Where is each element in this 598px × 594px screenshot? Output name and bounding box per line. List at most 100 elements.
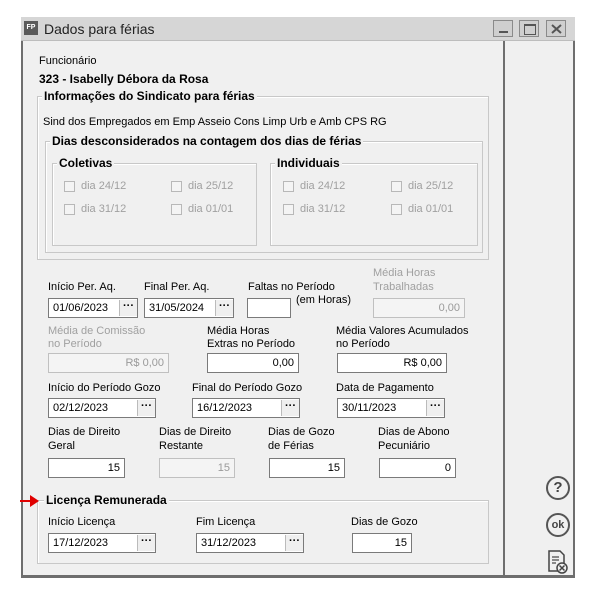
title-bar: FP Dados para férias [21, 17, 575, 41]
faltas-field[interactable] [247, 298, 291, 318]
media-horas-extras-label-2: Extras no Período [207, 338, 296, 350]
red-arrow-icon [20, 495, 39, 507]
calendar-picker-button[interactable]: ··· [137, 400, 155, 416]
media-horas-trab-label-1: Média Horas [373, 267, 436, 279]
close-button[interactable] [546, 20, 566, 37]
ok-button[interactable]: ok [546, 513, 570, 537]
union-name: Sind dos Empregados em Emp Asseio Cons L… [43, 116, 387, 128]
collective-label-01-01: dia 01/01 [188, 203, 234, 215]
data-pagamento-label: Data de Pagamento [336, 382, 434, 394]
individual-label-01-01: dia 01/01 [408, 203, 454, 215]
calendar-picker-button[interactable]: ··· [426, 400, 444, 416]
close-icon [551, 24, 562, 34]
ok-icon: ok [551, 519, 565, 531]
data-pagamento-value: 30/11/2023 [342, 402, 397, 414]
dias-gozo-ferias-label-1: Dias de Gozo [268, 426, 335, 438]
fim-licenca-field[interactable]: 31/12/2023 ··· [196, 533, 304, 553]
inicio-gozo-label: Início do Período Gozo [48, 382, 161, 394]
collective-group: Coletivas dia 24/12 dia 25/12 dia 31/12 … [52, 156, 257, 246]
help-icon: ? [553, 479, 563, 496]
dias-direito-geral-field[interactable]: 15 [48, 458, 125, 478]
individual-title: Individuais [275, 156, 342, 170]
final-per-aq-label: Final Per. Aq. [144, 281, 210, 293]
union-group-title: Informações do Sindicato para férias [42, 89, 257, 103]
inicio-per-aq-field[interactable]: 01/06/2023 ··· [48, 298, 138, 318]
main-panel: Funcionário 323 - Isabelly Débora da Ros… [20, 41, 503, 575]
dias-abono-label-2: Pecuniário [378, 440, 430, 452]
window-title: Dados para férias [44, 21, 155, 37]
collective-checkbox-25-12[interactable] [171, 181, 182, 192]
disregarded-days-group: Dias desconsiderados na contagem dos dia… [45, 134, 483, 253]
fim-licenca-value: 31/12/2023 [201, 537, 257, 549]
red-arrow-head [30, 495, 39, 507]
collective-checkbox-31-12[interactable] [64, 204, 75, 215]
media-horas-extras-label-1: Média Horas [207, 325, 270, 337]
final-per-aq-value: 31/05/2024 [149, 302, 205, 314]
individual-checkbox-25-12[interactable] [391, 181, 402, 192]
dialog-window: FP Dados para férias Funcionário 323 - I… [20, 17, 575, 578]
dias-abono-label-1: Dias de Abono [378, 426, 450, 438]
calendar-picker-button[interactable]: ··· [215, 300, 233, 316]
data-pagamento-field[interactable]: 30/11/2023 ··· [337, 398, 445, 418]
individual-label-24-12: dia 24/12 [300, 180, 346, 192]
final-gozo-value: 16/12/2023 [197, 402, 253, 414]
final-per-aq-field[interactable]: 31/05/2024 ··· [144, 298, 234, 318]
calendar-picker-button[interactable]: ··· [281, 400, 299, 416]
dias-gozo-ferias-label-2: de Férias [268, 440, 314, 452]
calendar-picker-button[interactable]: ··· [137, 535, 155, 551]
individual-group: Individuais dia 24/12 dia 25/12 dia 31/1… [270, 156, 478, 246]
inicio-gozo-field[interactable]: 02/12/2023 ··· [48, 398, 156, 418]
cancel-document-button[interactable] [546, 549, 570, 575]
inicio-per-aq-value: 01/06/2023 [53, 302, 109, 314]
individual-checkbox-01-01[interactable] [391, 204, 402, 215]
union-group: Informações do Sindicato para férias Sin… [37, 89, 489, 260]
collective-checkbox-24-12[interactable] [64, 181, 75, 192]
employee-label: Funcionário [39, 55, 97, 67]
media-comissao-label-1: Média de Comissão [48, 325, 146, 337]
media-horas-extras-field[interactable]: 0,00 [207, 353, 299, 373]
disregarded-days-title: Dias desconsiderados na contagem dos dia… [50, 134, 364, 148]
collective-label-24-12: dia 24/12 [81, 180, 127, 192]
dias-gozo-licenca-field[interactable]: 15 [352, 533, 412, 553]
minimize-button[interactable] [493, 20, 513, 37]
help-button[interactable]: ? [546, 476, 570, 500]
maximize-button[interactable] [519, 20, 539, 37]
media-valores-label-2: no Período [336, 338, 390, 350]
media-comissao-field[interactable]: R$ 0,00 [48, 353, 169, 373]
faltas-label: Faltas no Período [248, 281, 335, 293]
individual-checkbox-31-12[interactable] [283, 204, 294, 215]
minimize-icon [499, 31, 508, 33]
calendar-picker-button[interactable]: ··· [119, 300, 137, 316]
cancel-document-icon [548, 550, 568, 574]
dias-direito-geral-label-1: Dias de Direito [48, 426, 121, 438]
inicio-licenca-label: Início Licença [48, 516, 116, 528]
collective-checkbox-01-01[interactable] [171, 204, 182, 215]
dias-direito-geral-label-2: Geral [48, 440, 75, 452]
paid-leave-group: Licença Remunerada Início Licença 17/12/… [37, 493, 489, 564]
faltas-unit: (em Horas) [296, 294, 352, 306]
dias-direito-restante-label-1: Dias de Direito [159, 426, 232, 438]
maximize-icon [524, 24, 536, 35]
inicio-licenca-value: 17/12/2023 [53, 537, 109, 549]
employee-name: 323 - Isabelly Débora da Rosa [39, 72, 209, 86]
inicio-gozo-value: 02/12/2023 [53, 402, 109, 414]
dias-abono-field[interactable]: 0 [379, 458, 456, 478]
side-button-panel: ? ok [505, 41, 573, 575]
calendar-picker-button[interactable]: ··· [285, 535, 303, 551]
dias-gozo-licenca-label: Dias de Gozo [351, 516, 418, 528]
individual-label-25-12: dia 25/12 [408, 180, 454, 192]
final-gozo-field[interactable]: 16/12/2023 ··· [192, 398, 300, 418]
dias-direito-restante-label-2: Restante [159, 440, 204, 452]
media-valores-field[interactable]: R$ 0,00 [337, 353, 447, 373]
media-comissao-label-2: no Período [48, 338, 102, 350]
media-horas-trab-field[interactable]: 0,00 [373, 298, 465, 318]
final-gozo-label: Final do Período Gozo [192, 382, 303, 394]
dias-gozo-ferias-field[interactable]: 15 [269, 458, 345, 478]
collective-title: Coletivas [57, 156, 115, 170]
inicio-licenca-field[interactable]: 17/12/2023 ··· [48, 533, 156, 553]
paid-leave-title: Licença Remunerada [44, 493, 169, 507]
media-horas-trab-label-2: Trabalhadas [373, 281, 434, 293]
inicio-per-aq-label: Início Per. Aq. [48, 281, 116, 293]
dias-direito-restante-field[interactable]: 15 [159, 458, 235, 478]
individual-checkbox-24-12[interactable] [283, 181, 294, 192]
